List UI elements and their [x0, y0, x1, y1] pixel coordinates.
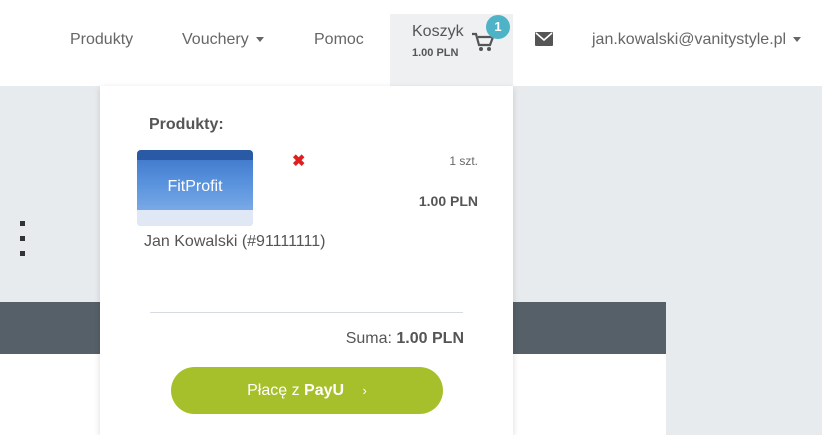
divider [150, 312, 463, 313]
pay-with-payu-button[interactable]: Płacę z PayU › [171, 367, 443, 414]
caret-down-icon [255, 37, 264, 43]
item-price: 1.00 PLN [418, 193, 478, 209]
cart-heading: Produkty: [149, 116, 224, 133]
sum-label: Suma: [345, 330, 392, 347]
item-quantity: 1 szt. [449, 154, 478, 168]
item-owner: Jan Kowalski (#91111111) [144, 233, 326, 250]
remove-item-icon[interactable]: ✖ [292, 154, 305, 170]
user-email: jan.kowalski@vanitystyle.pl [592, 31, 787, 48]
mail-icon[interactable] [535, 32, 553, 46]
nav-products[interactable]: Produkty [70, 31, 133, 49]
sum-value: 1.00 PLN [396, 330, 464, 347]
chevron-right-icon: › [362, 383, 367, 398]
cart-menu[interactable]: Koszyk 1.00 PLN 1 [390, 14, 513, 86]
user-account-menu[interactable]: jan.kowalski@vanitystyle.pl [592, 31, 802, 49]
caret-down-icon [793, 37, 802, 43]
cart-dropdown: Produkty: FitProfit ✖ 1 szt. 1.00 PLN Ja… [100, 86, 513, 435]
nav-vouchers-label: Vouchery [182, 31, 249, 48]
pay-button-prefix: Płacę z [247, 382, 300, 399]
nav-help[interactable]: Pomoc [314, 31, 364, 49]
pay-button-brand: PayU [304, 382, 345, 399]
product-image-brand: FitProfit [167, 178, 223, 195]
cart-total: 1.00 PLN [412, 47, 459, 59]
nav-vouchers[interactable]: Vouchery [182, 31, 264, 49]
cart-label: Koszyk [412, 23, 464, 40]
top-navbar: Produkty Vouchery Pomoc Koszyk 1.00 PLN … [0, 0, 822, 86]
ellipsis-menu-icon[interactable] [20, 221, 25, 266]
cart-sum: Suma: 1.00 PLN [346, 330, 464, 348]
product-image: FitProfit [137, 150, 253, 226]
cart-count-badge: 1 [486, 15, 510, 39]
